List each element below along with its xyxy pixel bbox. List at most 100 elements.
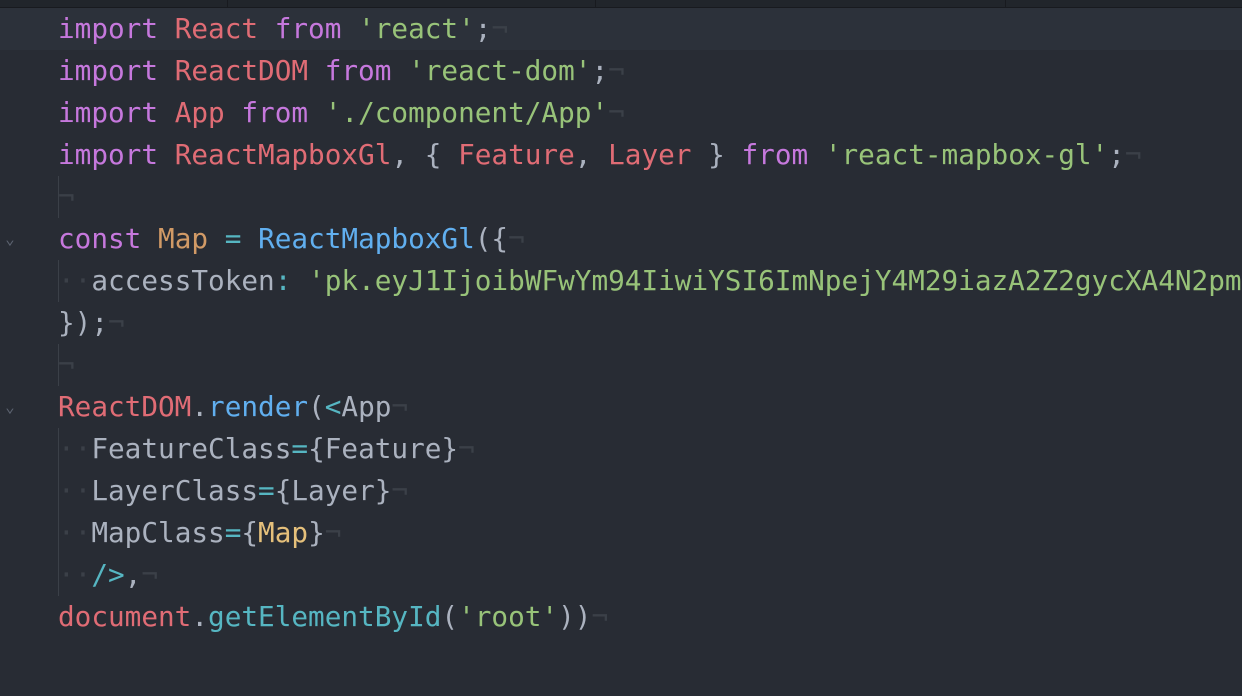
code-token: import xyxy=(58,12,175,45)
code-line[interactable]: ··/>,¬ xyxy=(0,554,1242,596)
code-line[interactable]: ⌄ const Map = ReactMapboxGl({¬ xyxy=(0,218,1242,260)
code-token: } xyxy=(308,516,325,549)
code-token: import xyxy=(58,54,175,87)
code-text: ¬ xyxy=(58,176,75,218)
code-token: accessToken xyxy=(91,264,275,297)
code-token: from xyxy=(324,54,409,87)
code-token: < xyxy=(324,390,342,423)
code-token: } xyxy=(708,138,742,171)
tab[interactable] xyxy=(0,0,228,7)
code-token: 'react-mapbox-gl' xyxy=(824,138,1109,171)
code-text: });¬ xyxy=(58,302,125,344)
tab-bar xyxy=(0,0,1242,8)
invisible-char: ¬ xyxy=(608,96,625,129)
code-token: import xyxy=(58,138,175,171)
code-token: , xyxy=(574,138,609,171)
code-line[interactable]: });¬ xyxy=(0,302,1242,344)
fold-chevron-down-icon[interactable]: ⌄ xyxy=(0,218,20,260)
code-token: /> xyxy=(91,558,125,591)
invisible-char: ¬ xyxy=(391,474,409,507)
code-token: 'react' xyxy=(358,12,475,45)
code-token: Layer xyxy=(608,138,709,171)
code-line[interactable]: import ReactDOM from 'react-dom';¬ xyxy=(0,50,1242,92)
code-token: ( xyxy=(441,600,459,633)
invisible-char: ¬ xyxy=(58,180,75,213)
code-text: ··/>,¬ xyxy=(58,554,158,596)
code-line[interactable]: import App from './component/App'¬ xyxy=(0,92,1242,134)
code-token: ReactMapboxGl xyxy=(258,222,475,255)
code-token: 'react-dom' xyxy=(408,54,592,87)
code-token: : xyxy=(274,264,309,297)
invisible-char: ¬ xyxy=(141,558,159,591)
code-token: }); xyxy=(58,306,109,339)
code-token: , { xyxy=(391,138,459,171)
invisible-char: ¬ xyxy=(58,348,75,381)
code-token: import xyxy=(58,96,175,129)
code-text: import ReactMapboxGl, { Feature, Layer }… xyxy=(58,134,1142,176)
code-token: App xyxy=(341,390,392,423)
code-token: . xyxy=(191,600,209,633)
code-token: ( xyxy=(308,390,325,423)
code-line[interactable]: ··accessToken: 'pk.eyJ1IjoibWFwYm94IiwiY… xyxy=(0,260,1242,302)
code-token: 'pk.eyJ1IjoibWFwYm94IiwiYSI6ImNpejY4M29i… xyxy=(308,264,1242,297)
invisible-char: ·· xyxy=(58,264,92,297)
code-line[interactable]: document.getElementById('root'))¬ xyxy=(0,596,1242,638)
code-line[interactable]: import ReactMapboxGl, { Feature, Layer }… xyxy=(0,134,1242,176)
invisible-char: ¬ xyxy=(591,600,609,633)
code-token: {Layer} xyxy=(274,474,392,507)
code-token: = xyxy=(291,432,309,465)
code-line[interactable]: ¬ xyxy=(0,176,1242,218)
invisible-char: ·· xyxy=(58,474,92,507)
code-token: FeatureClass xyxy=(91,432,292,465)
code-line[interactable]: import React from 'react';¬ xyxy=(0,8,1242,50)
code-token: from xyxy=(741,138,825,171)
invisible-char: ¬ xyxy=(608,54,625,87)
code-text: ··FeatureClass={Feature}¬ xyxy=(58,428,475,470)
code-text: ··accessToken: 'pk.eyJ1IjoibWFwYm94IiwiY… xyxy=(58,260,1242,302)
code-text: import App from './component/App'¬ xyxy=(58,92,625,134)
code-token: = xyxy=(224,516,242,549)
code-token: from xyxy=(274,12,359,45)
code-line[interactable]: ··LayerClass={Layer}¬ xyxy=(0,470,1242,512)
code-line[interactable]: ⌄ ReactDOM.render(<App¬ xyxy=(0,386,1242,428)
code-token: ; xyxy=(1108,138,1125,171)
code-token: {Feature} xyxy=(308,432,459,465)
invisible-char: ¬ xyxy=(108,306,125,339)
code-line[interactable]: ¬ xyxy=(0,344,1242,386)
code-token: LayerClass xyxy=(91,474,259,507)
code-text: ReactDOM.render(<App¬ xyxy=(58,386,408,428)
tab[interactable] xyxy=(228,0,596,7)
invisible-char: ¬ xyxy=(391,390,409,423)
code-text: import ReactDOM from 'react-dom';¬ xyxy=(58,50,625,92)
code-token: getElementById xyxy=(208,600,442,633)
code-token: React xyxy=(174,12,275,45)
code-token: ({ xyxy=(474,222,509,255)
invisible-char: ¬ xyxy=(1124,138,1142,171)
tab[interactable] xyxy=(596,0,1006,7)
code-token: ReactDOM xyxy=(58,390,192,423)
code-text: document.getElementById('root'))¬ xyxy=(58,596,608,638)
code-text: import React from 'react';¬ xyxy=(58,8,508,50)
code-token: Map xyxy=(258,516,309,549)
code-token: './component/App' xyxy=(324,96,609,129)
code-token: const xyxy=(58,222,159,255)
code-token: from xyxy=(241,96,325,129)
invisible-char: ·· xyxy=(58,516,92,549)
code-line[interactable]: ··MapClass={Map}¬ xyxy=(0,512,1242,554)
code-token: 'root' xyxy=(458,600,559,633)
code-token: )) xyxy=(558,600,592,633)
code-text: ··MapClass={Map}¬ xyxy=(58,512,341,554)
code-text: ¬ xyxy=(58,344,75,386)
code-editor[interactable]: import React from 'react';¬ import ReactD… xyxy=(0,8,1242,696)
code-token: ReactMapboxGl xyxy=(174,138,392,171)
code-token: MapClass xyxy=(91,516,225,549)
fold-chevron-down-icon[interactable]: ⌄ xyxy=(0,386,20,428)
code-token: Feature xyxy=(458,138,575,171)
invisible-char: ·· xyxy=(58,432,92,465)
code-token: App xyxy=(174,96,242,129)
code-line[interactable]: ··FeatureClass={Feature}¬ xyxy=(0,428,1242,470)
code-token: ; xyxy=(474,12,492,45)
code-token: = xyxy=(224,222,259,255)
invisible-char: ¬ xyxy=(458,432,475,465)
code-token: Map xyxy=(158,222,225,255)
